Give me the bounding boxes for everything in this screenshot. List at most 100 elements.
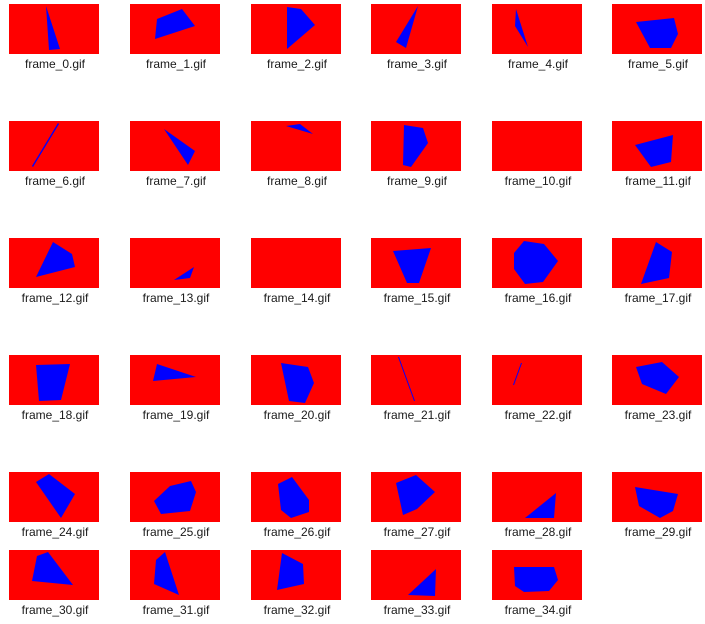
file-name: frame_3.gif [386, 57, 448, 71]
thumbnail-image [9, 550, 99, 600]
file-item-frame-6[interactable]: frame_6.gif [0, 117, 110, 189]
file-item-frame-25[interactable]: frame_25.gif [121, 468, 231, 540]
file-item-frame-30[interactable]: frame_30.gif [0, 546, 110, 618]
thumbnail [9, 121, 99, 171]
thumbnail-image [9, 472, 99, 522]
thumbnail [371, 550, 461, 600]
thumbnail [251, 121, 341, 171]
thumbnail [130, 121, 220, 171]
file-item-frame-31[interactable]: frame_31.gif [121, 546, 231, 618]
file-name: frame_33.gif [383, 603, 451, 617]
thumbnail [492, 550, 582, 600]
file-item-frame-26[interactable]: frame_26.gif [242, 468, 352, 540]
file-item-frame-17[interactable]: frame_17.gif [603, 234, 705, 306]
thumbnail-background [371, 355, 461, 405]
file-name: frame_22.gif [504, 408, 572, 422]
thumbnail [612, 355, 702, 405]
thumbnail [130, 4, 220, 54]
file-item-frame-14[interactable]: frame_14.gif [242, 234, 352, 306]
thumbnail-image [130, 4, 220, 54]
file-item-frame-24[interactable]: frame_24.gif [0, 468, 110, 540]
thumbnail [492, 121, 582, 171]
thumbnail [492, 238, 582, 288]
file-name: frame_13.gif [142, 291, 210, 305]
file-name: frame_11.gif [625, 174, 691, 188]
thumbnail-image [371, 121, 461, 171]
thumbnail-background [251, 238, 341, 288]
file-item-frame-1[interactable]: frame_1.gif [121, 0, 231, 72]
thumbnail-image [371, 4, 461, 54]
file-item-frame-15[interactable]: frame_15.gif [362, 234, 472, 306]
thumbnail-image [612, 355, 702, 405]
file-item-frame-20[interactable]: frame_20.gif [242, 351, 352, 423]
file-item-frame-13[interactable]: frame_13.gif [121, 234, 231, 306]
file-item-frame-28[interactable]: frame_28.gif [483, 468, 593, 540]
thumbnail-image [371, 550, 461, 600]
file-item-frame-16[interactable]: frame_16.gif [483, 234, 593, 306]
file-item-frame-0[interactable]: frame_0.gif [0, 0, 110, 72]
file-name: frame_32.gif [263, 603, 331, 617]
file-name: frame_23.gif [624, 408, 692, 422]
file-name: frame_21.gif [383, 408, 451, 422]
file-item-frame-7[interactable]: frame_7.gif [121, 117, 231, 189]
thumbnail [9, 472, 99, 522]
file-name: frame_26.gif [263, 525, 331, 539]
thumbnail-image [130, 355, 220, 405]
file-name: frame_0.gif [24, 57, 86, 71]
file-item-frame-19[interactable]: frame_19.gif [121, 351, 231, 423]
file-name: frame_8.gif [266, 174, 328, 188]
thumbnail [130, 238, 220, 288]
file-item-frame-2[interactable]: frame_2.gif [242, 0, 352, 72]
thumbnail [130, 355, 220, 405]
file-item-frame-23[interactable]: frame_23.gif [603, 351, 705, 423]
file-item-frame-3[interactable]: frame_3.gif [362, 0, 472, 72]
file-name: frame_7.gif [145, 174, 207, 188]
thumbnail-image [492, 472, 582, 522]
thumbnail [492, 472, 582, 522]
thumbnail [492, 4, 582, 54]
thumbnail [251, 4, 341, 54]
file-name: frame_9.gif [386, 174, 448, 188]
thumbnail [371, 355, 461, 405]
file-item-frame-18[interactable]: frame_18.gif [0, 351, 110, 423]
file-name: frame_19.gif [142, 408, 210, 422]
file-item-frame-34[interactable]: frame_34.gif [483, 546, 593, 618]
file-item-frame-32[interactable]: frame_32.gif [242, 546, 352, 618]
thumbnail-image [371, 238, 461, 288]
thumbnail [371, 238, 461, 288]
thumbnail-image [492, 4, 582, 54]
thumbnail-background [492, 121, 582, 171]
file-item-frame-11[interactable]: frame_11.gif [603, 117, 705, 189]
thumbnail-image [130, 550, 220, 600]
file-item-frame-8[interactable]: frame_8.gif [242, 117, 352, 189]
file-name: frame_34.gif [504, 603, 572, 617]
thumbnail [9, 550, 99, 600]
file-item-frame-27[interactable]: frame_27.gif [362, 468, 472, 540]
file-name: frame_30.gif [21, 603, 89, 617]
thumbnail-image [130, 472, 220, 522]
thumbnail-background [9, 121, 99, 171]
thumbnail-image [130, 121, 220, 171]
file-name: frame_6.gif [24, 174, 86, 188]
file-name: frame_16.gif [504, 291, 572, 305]
thumbnail-image [251, 472, 341, 522]
thumbnail-background [492, 4, 582, 54]
thumbnail-image [492, 238, 582, 288]
file-name: frame_15.gif [383, 291, 451, 305]
file-name: frame_12.gif [21, 291, 89, 305]
file-item-frame-9[interactable]: frame_9.gif [362, 117, 472, 189]
file-item-frame-33[interactable]: frame_33.gif [362, 546, 472, 618]
thumbnail-background [130, 121, 220, 171]
thumbnail-image [371, 355, 461, 405]
file-item-frame-5[interactable]: frame_5.gif [603, 0, 705, 72]
file-item-frame-21[interactable]: frame_21.gif [362, 351, 472, 423]
file-item-frame-22[interactable]: frame_22.gif [483, 351, 593, 423]
file-item-frame-4[interactable]: frame_4.gif [483, 0, 593, 72]
thumbnail-image [251, 238, 341, 288]
file-item-frame-12[interactable]: frame_12.gif [0, 234, 110, 306]
thumbnail-image [251, 4, 341, 54]
file-item-frame-10[interactable]: frame_10.gif [483, 117, 593, 189]
file-name: frame_4.gif [507, 57, 569, 71]
thumbnail [371, 472, 461, 522]
file-item-frame-29[interactable]: frame_29.gif [603, 468, 705, 540]
